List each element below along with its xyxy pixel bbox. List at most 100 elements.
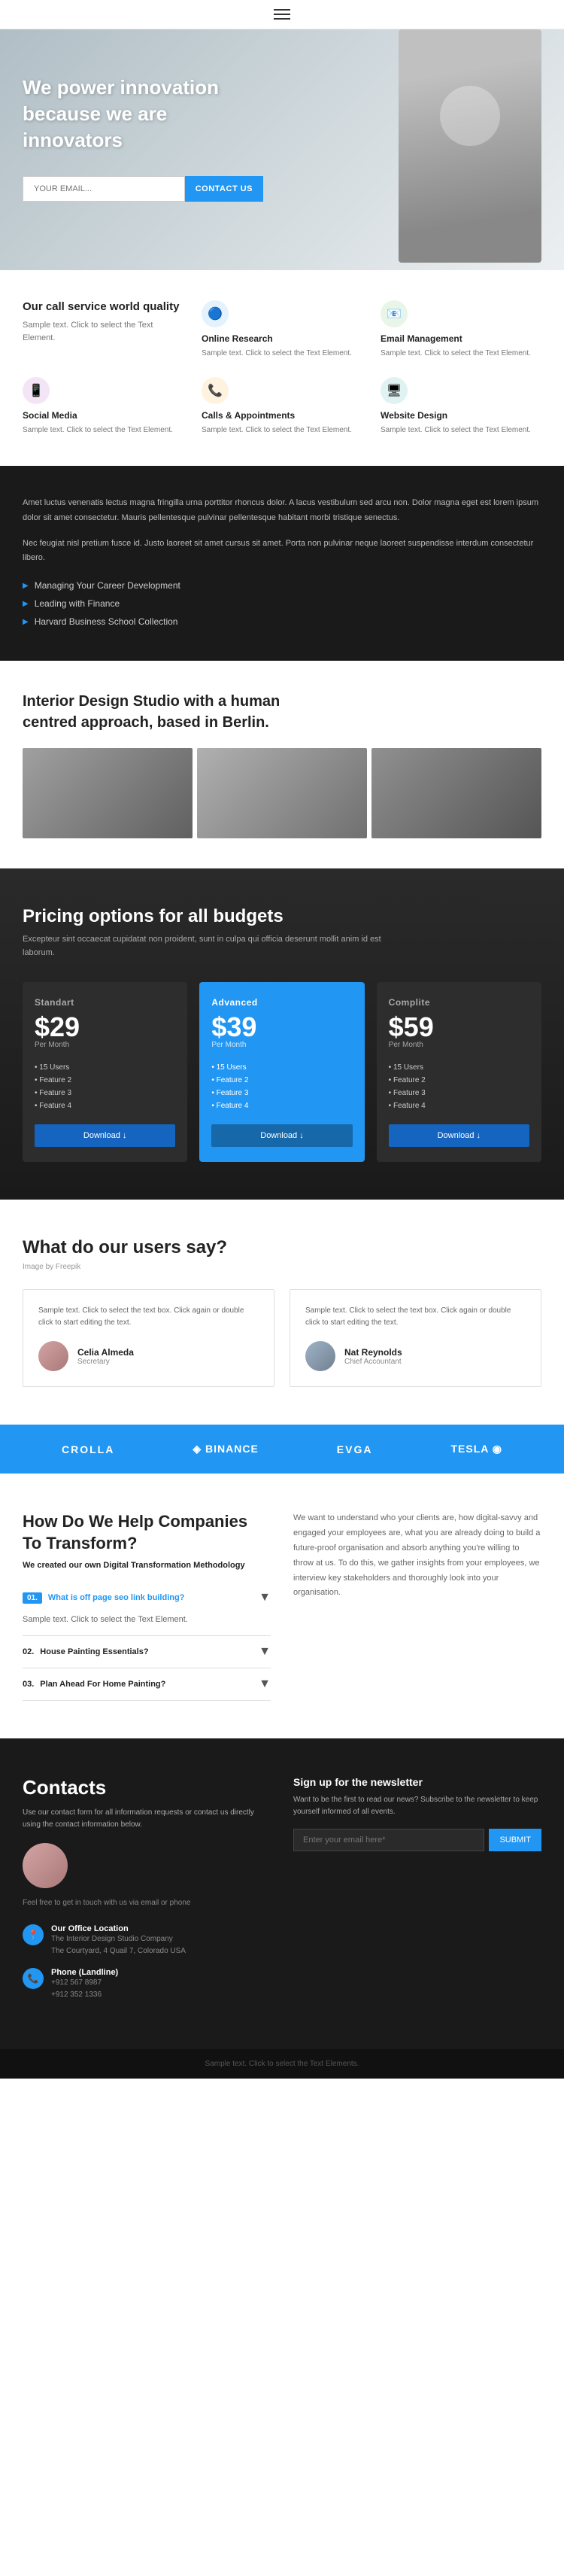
transform-title: How Do We Help Companies To Transform? — [23, 1511, 271, 1554]
service-item-email: 📧 Email Management Sample text. Click to… — [381, 300, 541, 359]
pricing-grid: Standart $29 Per Month • 15 Users • Feat… — [23, 982, 541, 1162]
call-service-title: Our call service world quality — [23, 300, 183, 313]
dark-paragraph-2: Nec feugiat nisl pretium fusce id. Justo… — [23, 537, 541, 567]
pricing-card-complite: Complite $59 Per Month • 15 Users • Feat… — [377, 982, 541, 1162]
transform-left: How Do We Help Companies To Transform? W… — [23, 1511, 271, 1701]
hero-text-block: We power innovation because we are innov… — [23, 59, 263, 154]
contact-phone: 📞 Phone (Landline) +912 567 8987 +912 35… — [23, 1968, 271, 2001]
brands-section: CROLLA ◈ BINANCE EVGA TESLA ◉ — [0, 1425, 564, 1474]
download-button-advanced[interactable]: Download ↓ — [211, 1124, 352, 1147]
phone-detail: Phone (Landline) +912 567 8987 +912 352 … — [51, 1968, 118, 2001]
pricing-features-complite: • 15 Users • Feature 2 • Feature 3 • Fea… — [389, 1061, 529, 1112]
list-item-3: ▶Harvard Business School Collection — [23, 613, 541, 631]
web-desc: Sample text. Click to select the Text El… — [381, 424, 541, 436]
pricing-period-advanced: Per Month — [211, 1041, 352, 1049]
footer: Sample text. Click to select the Text El… — [0, 2049, 564, 2079]
accordion-item-3: 03.Plan Ahead For Home Painting? ▼ — [23, 1668, 271, 1701]
studio-section: Interior Design Studio with a human cent… — [0, 661, 564, 868]
studio-title: Interior Design Studio with a human cent… — [23, 691, 323, 733]
calls-title: Calls & Appointments — [202, 410, 362, 421]
testimonial-info-2: Nat Reynolds Chief Accountant — [344, 1347, 402, 1366]
online-research-title: Online Research — [202, 333, 362, 344]
testimonial-card-2: Sample text. Click to select the text bo… — [290, 1289, 541, 1387]
calls-icon: 📞 — [202, 377, 229, 404]
studio-image-2 — [197, 748, 367, 838]
avatar-2 — [305, 1341, 335, 1371]
pricing-section: Pricing options for all budgets Excepteu… — [0, 868, 564, 1200]
call-service-desc: Sample text. Click to select the Text El… — [23, 319, 183, 344]
download-button-standart[interactable]: Download ↓ — [35, 1124, 175, 1147]
office-line2: The Courtyard, 4 Quail 7, Colorado USA — [51, 1945, 186, 1957]
list-item-1: ▶Managing Your Career Development — [23, 576, 541, 595]
contacts-small-text: Feel free to get in touch with us via em… — [23, 1897, 271, 1909]
contacts-title: Contacts — [23, 1776, 271, 1799]
email-input[interactable] — [23, 176, 185, 202]
service-headline-item: Our call service world quality Sample te… — [23, 300, 183, 359]
download-button-complite[interactable]: Download ↓ — [389, 1124, 529, 1147]
studio-images-grid — [23, 748, 541, 838]
online-research-icon: 🔵 — [202, 300, 229, 327]
contact-avatar — [23, 1843, 68, 1888]
pricing-price-standart: $29 — [35, 1014, 175, 1041]
pricing-period-complite: Per Month — [389, 1041, 529, 1049]
accordion: 01.What is off page seo link building? ▼… — [23, 1582, 271, 1702]
calls-desc: Sample text. Click to select the Text El… — [202, 424, 362, 436]
accordion-chevron-3: ▼ — [259, 1677, 271, 1691]
testimonials-title: What do our users say? — [23, 1237, 541, 1258]
testimonial-text-1: Sample text. Click to select the text bo… — [38, 1305, 259, 1329]
newsletter-input[interactable] — [293, 1829, 484, 1851]
feature-c-2: • Feature 2 — [389, 1074, 529, 1087]
testimonial-info-1: Celia Almeda Secretary — [77, 1347, 134, 1366]
testimonial-card-1: Sample text. Click to select the text bo… — [23, 1289, 274, 1387]
dark-section: Amet luctus venenatis lectus magna fring… — [0, 466, 564, 661]
accordion-chevron-1: ▼ — [259, 1591, 271, 1604]
footer-text: Sample text. Click to select the Text El… — [23, 2060, 541, 2068]
hamburger-menu[interactable] — [274, 9, 290, 20]
feature-a-1: • 15 Users — [211, 1061, 352, 1074]
accordion-chevron-2: ▼ — [259, 1645, 271, 1659]
contact-us-button[interactable]: CONTACT US — [185, 176, 263, 202]
pricing-features-standart: • 15 Users • Feature 2 • Feature 3 • Fea… — [35, 1061, 175, 1112]
feature-s-4: • Feature 4 — [35, 1099, 175, 1112]
testimonials-section: What do our users say? Image by Freepik … — [0, 1200, 564, 1425]
pricing-card-standart: Standart $29 Per Month • 15 Users • Feat… — [23, 982, 187, 1162]
accordion-header-3[interactable]: 03.Plan Ahead For Home Painting? ▼ — [23, 1668, 271, 1700]
header — [0, 0, 564, 29]
service-item-calls: 📞 Calls & Appointments Sample text. Clic… — [202, 377, 362, 436]
services-section: Our call service world quality Sample te… — [0, 270, 564, 466]
hero-section: We power innovation because we are innov… — [0, 29, 564, 270]
office-label: Our Office Location — [51, 1924, 186, 1933]
accordion-header-2[interactable]: 02.House Painting Essentials? ▼ — [23, 1636, 271, 1668]
accordion-body-1: Sample text. Click to select the Text El… — [23, 1613, 271, 1636]
service-item-web: 🖥 Website Design Sample text. Click to s… — [381, 377, 541, 436]
feature-s-2: • Feature 2 — [35, 1074, 175, 1087]
contacts-left: Contacts Use our contact form for all in… — [23, 1776, 271, 2012]
newsletter-desc: Want to be the first to read our news? S… — [293, 1794, 541, 1818]
service-item-social: 📱 Social Media Sample text. Click to sel… — [23, 377, 183, 436]
brand-binance: ◈ BINANCE — [193, 1443, 258, 1455]
testimonial-name-1: Celia Almeda — [77, 1347, 134, 1358]
list-item-2: ▶Leading with Finance — [23, 595, 541, 613]
online-research-desc: Sample text. Click to select the Text El… — [202, 348, 362, 359]
newsletter-submit-button[interactable]: SUBMIT — [489, 1829, 541, 1851]
accordion-label-3: 03.Plan Ahead For Home Painting? — [23, 1680, 165, 1689]
feature-c-4: • Feature 4 — [389, 1099, 529, 1112]
office-icon: 📍 — [23, 1924, 44, 1945]
brand-evga: EVGA — [337, 1443, 373, 1455]
newsletter-block: Sign up for the newsletter Want to be th… — [293, 1776, 541, 2012]
phone-line2: +912 352 1336 — [51, 1989, 118, 2001]
email-title: Email Management — [381, 333, 541, 344]
service-item-online-research: 🔵 Online Research Sample text. Click to … — [202, 300, 362, 359]
office-detail: Our Office Location The Interior Design … — [51, 1924, 186, 1957]
transform-subtitle: We created our own Digital Transformatio… — [23, 1561, 271, 1570]
pricing-card-advanced-title: Advanced — [211, 997, 352, 1008]
bullet-icon-3: ▶ — [23, 618, 29, 626]
phone-label: Phone (Landline) — [51, 1968, 118, 1977]
accordion-header-1[interactable]: 01.What is off page seo link building? ▼ — [23, 1582, 271, 1613]
hero-form: CONTACT US — [23, 176, 263, 202]
pricing-features-advanced: • 15 Users • Feature 2 • Feature 3 • Fea… — [211, 1061, 352, 1112]
pricing-card-advanced: Advanced $39 Per Month • 15 Users • Feat… — [199, 982, 364, 1162]
bullet-icon-1: ▶ — [23, 582, 29, 590]
feature-s-3: • Feature 3 — [35, 1087, 175, 1099]
accordion-item-2: 02.House Painting Essentials? ▼ — [23, 1636, 271, 1668]
